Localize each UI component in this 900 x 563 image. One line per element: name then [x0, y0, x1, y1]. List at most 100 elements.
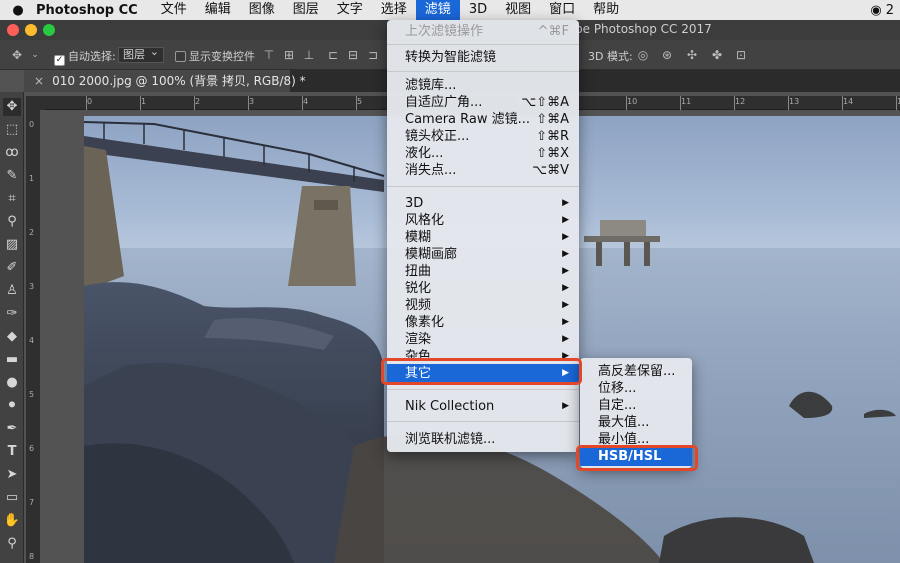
align-center-icon[interactable]: ⊟ [346, 48, 360, 62]
menu-item-blur-gallery[interactable]: 模糊画廊 ▶ [387, 246, 579, 263]
align-bottom-icon[interactable]: ⊥ [302, 48, 316, 62]
menu-3d[interactable]: 3D [460, 0, 496, 20]
type-tool-icon[interactable]: T [3, 443, 21, 461]
ruler-tick [788, 96, 789, 110]
history-brush-tool-icon[interactable]: ✑ [3, 305, 21, 323]
auto-select-target-dropdown[interactable]: 图层 [118, 45, 164, 63]
menu-layer[interactable]: 图层 [284, 0, 328, 20]
menu-item-3d[interactable]: 3D ▶ [387, 195, 579, 212]
menu-help[interactable]: 帮助 [584, 0, 628, 20]
wechat-icon[interactable]: ◉ [870, 3, 881, 18]
menu-select[interactable]: 选择 [372, 0, 416, 20]
zoom-tool-icon[interactable]: ⚲ [3, 535, 21, 553]
menu-image[interactable]: 图像 [240, 0, 284, 20]
blur-tool-icon[interactable]: ● [3, 374, 21, 392]
align-middle-icon[interactable]: ⊞ [282, 48, 296, 62]
menu-filter[interactable]: 滤镜 [415, 0, 460, 20]
highlight-box-hsb-hsl [576, 445, 698, 471]
zoom-window-button[interactable] [43, 24, 55, 36]
vertical-ruler[interactable]: 0 1 2 3 4 5 6 7 8 [26, 110, 40, 563]
ruler-label: 12 [735, 97, 746, 106]
healing-brush-tool-icon[interactable]: ▨ [3, 236, 21, 254]
menu-item-liquify[interactable]: 液化... ⇧⌘X [387, 145, 579, 162]
menu-type[interactable]: 文字 [328, 0, 372, 20]
apple-icon[interactable]: ● [0, 3, 36, 18]
ruler-tick [896, 96, 897, 110]
ruler-label: 13 [789, 97, 800, 106]
align-right-icon[interactable]: ⊐ [366, 48, 380, 62]
chevron-down-icon[interactable]: ⌄ [28, 48, 42, 62]
marquee-tool-icon[interactable]: ⬚ [3, 121, 21, 139]
rectangle-tool-icon[interactable]: ▭ [3, 489, 21, 507]
menu-item-convert-smart-filter[interactable]: 转换为智能滤镜 [387, 49, 579, 66]
submenu-item-custom[interactable]: 自定... [580, 397, 692, 414]
auto-select-checkbox[interactable]: ✓ [54, 55, 65, 66]
ruler-label: 11 [681, 97, 692, 106]
clone-stamp-tool-icon[interactable]: ♙ [3, 282, 21, 300]
notification-count: 2 [885, 2, 894, 18]
3d-slide-icon[interactable]: ✤ [710, 48, 724, 62]
app-menu[interactable]: Photoshop CC [36, 3, 138, 18]
align-left-icon[interactable]: ⊏ [326, 48, 340, 62]
gradient-tool-icon[interactable]: ▬ [3, 351, 21, 369]
menu-view[interactable]: 视图 [496, 0, 540, 20]
auto-select-option: ✓ 自动选择: [54, 48, 116, 66]
hand-tool-icon[interactable]: ✋ [3, 512, 21, 530]
submenu-item-maximum[interactable]: 最大值... [580, 414, 692, 431]
3d-mode-label: 3D 模式: [588, 50, 633, 63]
menu-item-sharpen[interactable]: 锐化 ▶ [387, 280, 579, 297]
menu-item-stylize[interactable]: 风格化 ▶ [387, 212, 579, 229]
move-tool-icon[interactable]: ✥ [10, 48, 24, 62]
dodge-tool-icon[interactable]: ⚫ [3, 397, 21, 415]
mac-menubar: ● Photoshop CC 文件 编辑 图像 图层 文字 选择 滤镜 3D 视… [0, 0, 900, 20]
menu-item-pixelate[interactable]: 像素化 ▶ [387, 314, 579, 331]
submenu-item-offset[interactable]: 位移... [580, 380, 692, 397]
minimize-window-button[interactable] [25, 24, 37, 36]
menu-item-last-filter: 上次滤镜操作 ^⌘F [405, 24, 569, 39]
close-tab-icon[interactable]: × [34, 74, 44, 88]
crop-tool-icon[interactable]: ⌗ [3, 190, 21, 208]
pen-tool-icon[interactable]: ✒ [3, 420, 21, 438]
close-window-button[interactable] [7, 24, 19, 36]
path-select-tool-icon[interactable]: ➤ [3, 466, 21, 484]
quick-select-tool-icon[interactable]: ✎ [3, 167, 21, 185]
move-tool-icon[interactable]: ✥ [3, 98, 21, 116]
3d-scale-icon[interactable]: ⊡ [734, 48, 748, 62]
ruler-label: 3 [29, 282, 35, 291]
tools-panel: ✥ ⬚ ꝏ ✎ ⌗ ⚲ ▨ ✐ ♙ ✑ ◆ ▬ ● ⚫ ✒ T ➤ ▭ ✋ ⚲ [0, 92, 24, 563]
eraser-tool-icon[interactable]: ◆ [3, 328, 21, 346]
menu-item-render[interactable]: 渲染 ▶ [387, 331, 579, 348]
submenu-item-high-pass[interactable]: 高反差保留... [580, 363, 692, 380]
3d-pan-icon[interactable]: ✣ [685, 48, 699, 62]
brush-tool-icon[interactable]: ✐ [3, 259, 21, 277]
window-title: be Photoshop CC 2017 [575, 22, 712, 36]
menu-file[interactable]: 文件 [152, 0, 196, 20]
menu-window[interactable]: 窗口 [540, 0, 584, 20]
ruler-tick [842, 96, 843, 110]
menu-edit[interactable]: 编辑 [196, 0, 240, 20]
menu-item-distort[interactable]: 扭曲 ▶ [387, 263, 579, 280]
eyedropper-tool-icon[interactable]: ⚲ [3, 213, 21, 231]
3d-roll-icon[interactable]: ⊛ [660, 48, 674, 62]
ruler-tick [194, 96, 195, 110]
highlight-box-other [381, 358, 582, 385]
ruler-label: 3 [249, 97, 255, 106]
document-tab[interactable]: × 010 2000.jpg @ 100% (背景 拷贝, RGB/8) * [24, 70, 306, 92]
show-transform-checkbox[interactable] [175, 51, 186, 62]
3d-rotate-icon[interactable]: ◎ [636, 48, 650, 62]
menu-item-video[interactable]: 视频 ▶ [387, 297, 579, 314]
menu-item-filter-gallery[interactable]: 滤镜库... [387, 77, 579, 94]
ruler-tick [680, 96, 681, 110]
menu-item-camera-raw[interactable]: Camera Raw 滤镜... ⇧⌘A [387, 111, 579, 128]
menu-item-browse-online-filters[interactable]: 浏览联机滤镜... [387, 431, 579, 448]
align-top-icon[interactable]: ⊤ [262, 48, 276, 62]
menu-item-vanishing-point[interactable]: 消失点... ⌥⌘V [387, 162, 579, 179]
ruler-label: 7 [29, 498, 35, 507]
ruler-label: 2 [29, 228, 35, 237]
menu-item-nik-collection[interactable]: Nik Collection ▶ [387, 398, 579, 415]
menu-item-blur[interactable]: 模糊 ▶ [387, 229, 579, 246]
menu-item-adaptive-wide-angle[interactable]: 自适应广角... ⌥⇧⌘A [387, 94, 579, 111]
menu-item-lens-correction[interactable]: 镜头校正... ⇧⌘R [387, 128, 579, 145]
lasso-tool-icon[interactable]: ꝏ [3, 144, 21, 162]
ruler-corner [26, 96, 45, 110]
